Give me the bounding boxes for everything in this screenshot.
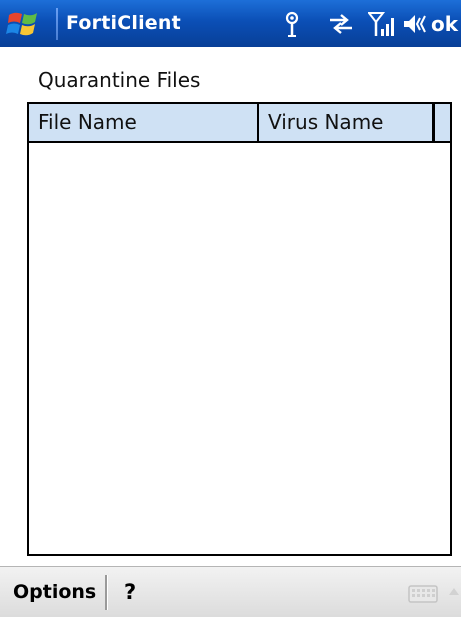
page-title: Quarantine Files [38, 68, 201, 92]
sync-arrows-icon[interactable] [326, 10, 356, 38]
quarantine-table[interactable]: File Name Virus Name [27, 102, 452, 556]
keyboard-icon[interactable] [408, 585, 438, 603]
table-body[interactable] [29, 143, 450, 554]
antenna-icon[interactable] [281, 10, 303, 38]
windows-flag-icon[interactable] [6, 7, 48, 41]
column-header-filler [435, 104, 450, 141]
table-header: File Name Virus Name [29, 104, 450, 143]
app-title: FortiClient [66, 12, 181, 34]
volume-icon[interactable] [401, 10, 427, 38]
options-softkey[interactable]: Options [13, 567, 96, 618]
softkey-separator [105, 575, 108, 610]
title-separator [56, 8, 58, 40]
help-softkey[interactable]: ? [124, 567, 136, 618]
title-bar: FortiClient ok [0, 0, 461, 47]
ok-button[interactable]: ok [428, 8, 461, 40]
signal-strength-icon[interactable] [368, 10, 396, 38]
up-arrow-icon[interactable] [448, 583, 460, 603]
softkey-bar: Options ? [0, 566, 461, 617]
column-header-file-name[interactable]: File Name [29, 104, 259, 141]
column-header-virus-name[interactable]: Virus Name [259, 104, 435, 141]
